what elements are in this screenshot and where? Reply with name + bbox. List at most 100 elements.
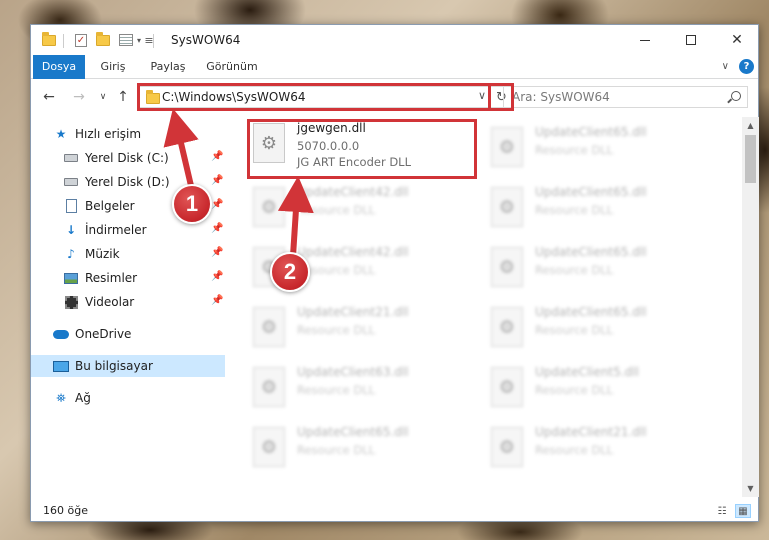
download-icon: ↓: [65, 223, 77, 237]
search-input[interactable]: Ara: SysWOW64: [503, 86, 748, 108]
file-item[interactable]: ⚙ UpdateClient65.dll Resource DLL: [487, 181, 717, 235]
sidebar-item-quick-access[interactable]: ★ Hızlı erişim: [31, 123, 225, 145]
file-name: UpdateClient21.dll: [535, 425, 647, 439]
forward-button[interactable]: →: [69, 87, 89, 107]
dll-file-icon: ⚙: [253, 427, 285, 467]
file-item[interactable]: ⚙ UpdateClient42.dll Resource DLL: [249, 181, 479, 235]
file-item[interactable]: ⚙ UpdateClient65.dll Resource DLL: [487, 121, 717, 175]
chevron-down-icon[interactable]: ▾: [135, 32, 143, 48]
file-item[interactable]: ⚙ UpdateClient21.dll Resource DLL: [249, 301, 479, 355]
sidebar-item-label: Yerel Disk (C:): [85, 151, 169, 165]
pin-icon[interactable]: 📌: [211, 295, 223, 306]
sidebar-item-label: Yerel Disk (D:): [85, 175, 170, 189]
arrow-left-icon: ←: [43, 89, 55, 105]
file-description: JG ART Encoder DLL: [297, 155, 412, 169]
dll-file-icon: ⚙: [491, 427, 523, 467]
back-button[interactable]: ←: [39, 87, 59, 107]
tab-share[interactable]: Paylaş: [143, 55, 193, 79]
expand-ribbon-icon[interactable]: ∨: [722, 61, 729, 72]
recent-locations-button[interactable]: ∨: [93, 87, 113, 107]
sidebar-item-onedrive[interactable]: OneDrive: [31, 323, 225, 345]
file-name: UpdateClient42.dll: [297, 185, 409, 199]
music-icon: ♪: [67, 247, 75, 261]
chevron-down-icon[interactable]: ∨: [478, 89, 486, 102]
file-name: UpdateClient65.dll: [535, 305, 647, 319]
up-button[interactable]: ↑: [113, 87, 133, 107]
sidebar-item-local-disk-c[interactable]: Yerel Disk (C:) 📌: [31, 147, 225, 169]
file-item[interactable]: ⚙ UpdateClient21.dll Resource DLL: [487, 421, 717, 475]
sidebar-item-label: Müzik: [85, 247, 120, 261]
address-bar[interactable]: C:\Windows\SysWOW64 ∨: [139, 86, 491, 108]
network-icon: ⛯: [56, 390, 66, 405]
file-description: Resource DLL: [297, 203, 376, 217]
disk-icon: [63, 174, 79, 190]
dll-file-icon: ⚙: [253, 123, 285, 163]
maximize-button[interactable]: [668, 25, 714, 55]
pin-icon[interactable]: 📌: [211, 151, 223, 162]
customize-toolbar-icon[interactable]: ≡: [144, 32, 153, 48]
status-bar: 160 öğe ☷ ▦: [31, 499, 758, 523]
address-path[interactable]: C:\Windows\SysWOW64: [162, 90, 306, 104]
tiles-view-icon[interactable]: ▦: [735, 504, 751, 518]
computer-icon: [53, 358, 69, 374]
tab-file[interactable]: Dosya: [33, 55, 85, 79]
sidebar-item-videos[interactable]: Videolar 📌: [31, 291, 225, 313]
folder-icon: [146, 90, 160, 104]
minimize-icon: [640, 39, 650, 41]
tab-view[interactable]: Görünüm: [203, 55, 261, 79]
pin-icon[interactable]: 📌: [211, 271, 223, 282]
vertical-scrollbar[interactable]: ▲ ▼: [742, 117, 759, 497]
sidebar-item-music[interactable]: ♪ Müzik 📌: [31, 243, 225, 265]
pin-icon[interactable]: 📌: [211, 247, 223, 258]
file-description: Resource DLL: [535, 143, 614, 157]
close-icon: ✕: [731, 32, 743, 48]
file-description: Resource DLL: [297, 443, 376, 457]
sidebar-item-network[interactable]: ⛯ Ağ: [31, 387, 225, 409]
scroll-down-icon[interactable]: ▼: [742, 480, 759, 497]
help-icon[interactable]: ?: [739, 59, 754, 74]
minimize-button[interactable]: [622, 25, 668, 55]
details-view-icon[interactable]: ☷: [714, 504, 730, 518]
file-description: Resource DLL: [535, 383, 614, 397]
navigation-pane: ★ Hızlı erişim Yerel Disk (C:) 📌 Yerel D…: [31, 117, 227, 497]
dll-file-icon: ⚙: [491, 247, 523, 287]
pin-icon[interactable]: 📌: [211, 199, 223, 210]
search-icon[interactable]: [731, 91, 741, 101]
file-item-jgewgen[interactable]: ⚙ jgewgen.dll 5070.0.0.0 JG ART Encoder …: [249, 117, 479, 171]
sidebar-item-label: Hızlı erişim: [75, 127, 142, 141]
view-props-icon[interactable]: [117, 32, 135, 48]
dll-file-icon: ⚙: [491, 187, 523, 227]
file-item[interactable]: ⚙ UpdateClient63.dll Resource DLL: [249, 361, 479, 415]
ribbon: Dosya Giriş Paylaş Görünüm ∨ ?: [31, 55, 758, 79]
close-button[interactable]: ✕: [714, 25, 760, 55]
explorer-window: ✓ ▾ ≡ SysWOW64 ✕ Dosya Giriş Paylaş Görü…: [30, 24, 759, 522]
tab-home[interactable]: Giriş: [91, 55, 135, 79]
file-version: 5070.0.0.0: [297, 139, 360, 153]
dll-file-icon: ⚙: [491, 127, 523, 167]
folder-icon[interactable]: [41, 31, 57, 48]
file-name: UpdateClient21.dll: [297, 305, 409, 319]
pin-icon[interactable]: 📌: [211, 223, 223, 234]
file-item[interactable]: ⚙ UpdateClient65.dll Resource DLL: [487, 301, 717, 355]
star-icon: ★: [55, 127, 67, 141]
properties-check-icon[interactable]: ✓: [73, 32, 89, 48]
divider: [63, 34, 64, 48]
file-item[interactable]: ⚙ UpdateClient5.dll Resource DLL: [487, 361, 717, 415]
maximize-icon: [686, 35, 696, 45]
cloud-icon: [53, 326, 69, 342]
new-folder-icon[interactable]: [95, 31, 111, 48]
file-name: UpdateClient65.dll: [535, 185, 647, 199]
file-name: UpdateClient65.dll: [535, 125, 647, 139]
scroll-up-icon[interactable]: ▲: [742, 117, 759, 134]
divider: [153, 34, 154, 48]
item-count: 160 öğe: [43, 504, 88, 517]
scrollbar-thumb[interactable]: [745, 135, 756, 183]
sidebar-item-pictures[interactable]: Resimler 📌: [31, 267, 225, 289]
pin-icon[interactable]: 📌: [211, 175, 223, 186]
step-badge-1: 1: [172, 184, 212, 224]
file-item[interactable]: ⚙ UpdateClient65.dll Resource DLL: [487, 241, 717, 295]
sidebar-item-this-pc[interactable]: Bu bilgisayar: [31, 355, 225, 377]
file-item[interactable]: ⚙ UpdateClient65.dll Resource DLL: [249, 421, 479, 475]
file-name: UpdateClient65.dll: [297, 425, 409, 439]
disk-icon: [63, 150, 79, 166]
